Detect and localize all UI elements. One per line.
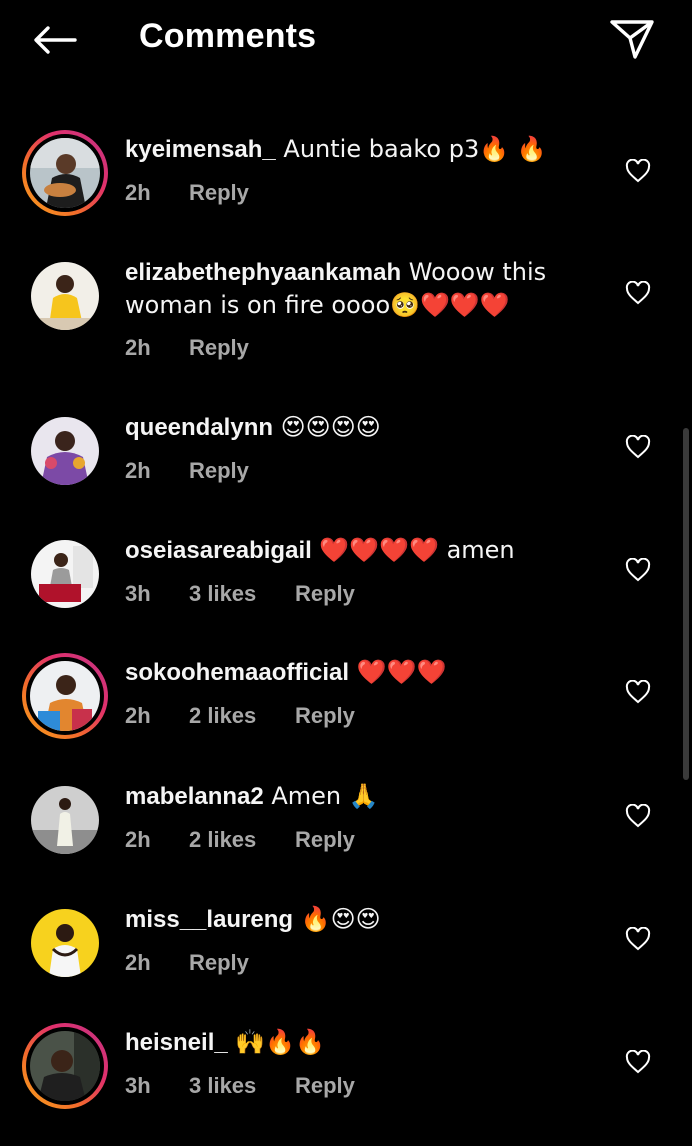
comment-username[interactable]: miss__laureng <box>125 906 293 933</box>
comment-meta: 2h Reply <box>125 950 249 976</box>
avatar[interactable] <box>22 777 108 863</box>
comment-username[interactable]: queendalynn <box>125 414 273 441</box>
avatar-photo <box>30 1031 100 1101</box>
like-button[interactable] <box>623 924 653 954</box>
comment-meta: 2h Reply <box>125 180 249 206</box>
reply-button[interactable]: Reply <box>189 950 249 976</box>
avatar-photo <box>31 786 99 854</box>
paper-plane-icon <box>610 20 654 59</box>
reply-button[interactable]: Reply <box>189 458 249 484</box>
share-button[interactable] <box>604 14 660 64</box>
like-button[interactable] <box>623 156 653 186</box>
avatar[interactable] <box>22 531 108 617</box>
like-button[interactable] <box>623 555 653 585</box>
comment-row: sokoohemaaofficial ❤️❤️❤️ 2h 2 likes Rep… <box>0 653 692 763</box>
heart-outline-icon <box>625 804 651 828</box>
scrollbar[interactable] <box>683 428 689 780</box>
comment-row: oseiasareabigail ❤️❤️❤️❤️ amen 3h 3 like… <box>0 531 692 641</box>
comment-time: 2h <box>125 950 151 975</box>
heart-outline-icon <box>625 1050 651 1074</box>
comment-text: elizabethephyaankamah Wooow this woman i… <box>125 256 595 322</box>
comment-time: 2h <box>125 827 151 852</box>
comment-body: 🔥😍😍 <box>293 905 381 933</box>
heart-outline-icon <box>625 680 651 704</box>
reply-button[interactable]: Reply <box>295 703 355 729</box>
comment-row: elizabethephyaankamah Wooow this woman i… <box>0 253 692 363</box>
like-button[interactable] <box>623 432 653 462</box>
comment-username[interactable]: sokoohemaaofficial <box>125 659 349 686</box>
comment-time: 3h <box>125 1073 151 1098</box>
comment-time: 2h <box>125 335 151 360</box>
likes-count[interactable]: 2 likes <box>189 703 295 729</box>
avatar-photo <box>31 909 99 977</box>
arrow-left-icon <box>34 26 77 54</box>
comment-body: Auntie baako p3🔥 🔥 <box>275 135 547 163</box>
heart-outline-icon <box>625 159 651 183</box>
reply-button[interactable]: Reply <box>295 581 355 607</box>
comment-row: heisneil_ 🙌🔥🔥 3h 3 likes Reply <box>0 1023 692 1133</box>
comment-username[interactable]: elizabethephyaankamah <box>125 259 401 286</box>
comment-body: ❤️❤️❤️❤️ amen <box>311 536 515 564</box>
like-button[interactable] <box>623 1047 653 1077</box>
comment-row: kyeimensah_ Auntie baako p3🔥 🔥 2h Reply <box>0 130 692 240</box>
avatar-photo <box>31 262 99 330</box>
top-bar: Comments <box>0 0 692 80</box>
reply-button[interactable]: Reply <box>295 1073 355 1099</box>
comment-text: mabelanna2 Amen 🙏 <box>125 780 595 813</box>
likes-count[interactable]: 3 likes <box>189 581 295 607</box>
comment-time: 3h <box>125 581 151 606</box>
comment-text: kyeimensah_ Auntie baako p3🔥 🔥 <box>125 133 595 166</box>
reply-button[interactable]: Reply <box>295 827 355 853</box>
comment-username[interactable]: kyeimensah_ <box>125 136 276 163</box>
like-button[interactable] <box>623 278 653 308</box>
avatar-photo <box>30 661 100 731</box>
comment-text: heisneil_ 🙌🔥🔥 <box>125 1026 595 1059</box>
avatar-photo <box>31 417 99 485</box>
back-button[interactable] <box>28 18 80 62</box>
comment-body: 😍😍😍😍 <box>273 413 381 441</box>
like-button[interactable] <box>623 801 653 831</box>
reply-button[interactable]: Reply <box>189 335 249 361</box>
comment-text: sokoohemaaofficial ❤️❤️❤️ <box>125 656 595 689</box>
comment-username[interactable]: oseiasareabigail <box>125 537 312 564</box>
heart-outline-icon <box>625 281 651 305</box>
heart-outline-icon <box>625 927 651 951</box>
avatar[interactable] <box>22 653 108 739</box>
avatar[interactable] <box>22 253 108 339</box>
likes-count[interactable]: 2 likes <box>189 827 295 853</box>
comment-meta: 3h 3 likes Reply <box>125 581 355 607</box>
reply-button[interactable]: Reply <box>189 180 249 206</box>
avatar[interactable] <box>22 900 108 986</box>
comment-text: miss__laureng 🔥😍😍 <box>125 903 595 936</box>
comment-body: Amen 🙏 <box>263 782 379 810</box>
comment-body: ❤️❤️❤️ <box>349 658 447 686</box>
comment-text: queendalynn 😍😍😍😍 <box>125 411 595 444</box>
comment-time: 2h <box>125 458 151 483</box>
page-title: Comments <box>139 17 317 55</box>
comment-username[interactable]: mabelanna2 <box>125 783 264 810</box>
comment-row: queendalynn 😍😍😍😍 2h Reply <box>0 408 692 518</box>
like-button[interactable] <box>623 677 653 707</box>
comment-meta: 2h Reply <box>125 458 249 484</box>
comment-row: miss__laureng 🔥😍😍 2h Reply <box>0 900 692 1010</box>
comment-username[interactable]: heisneil_ <box>125 1029 228 1056</box>
heart-outline-icon <box>625 558 651 582</box>
avatar-photo <box>31 540 99 608</box>
comment-time: 2h <box>125 703 151 728</box>
avatar[interactable] <box>22 408 108 494</box>
avatar-photo <box>30 138 100 208</box>
comment-row: mabelanna2 Amen 🙏 2h 2 likes Reply <box>0 777 692 887</box>
avatar[interactable] <box>22 130 108 216</box>
comment-meta: 3h 3 likes Reply <box>125 1073 355 1099</box>
likes-count[interactable]: 3 likes <box>189 1073 295 1099</box>
comment-time: 2h <box>125 180 151 205</box>
comment-text: oseiasareabigail ❤️❤️❤️❤️ amen <box>125 534 595 567</box>
comment-meta: 2h 2 likes Reply <box>125 703 355 729</box>
avatar[interactable] <box>22 1023 108 1109</box>
comment-body: 🙌🔥🔥 <box>227 1028 325 1056</box>
comment-meta: 2h Reply <box>125 335 249 361</box>
heart-outline-icon <box>625 435 651 459</box>
comment-meta: 2h 2 likes Reply <box>125 827 355 853</box>
